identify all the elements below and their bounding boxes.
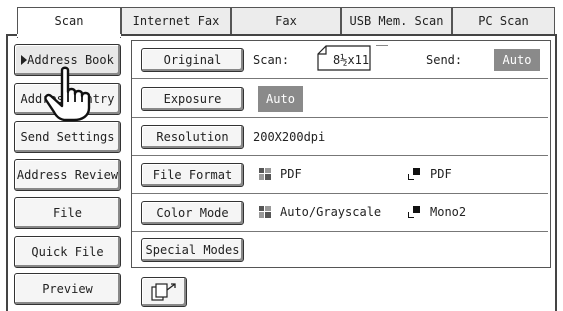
send-value-badge: Auto (494, 49, 540, 71)
tab-internet-fax[interactable]: Internet Fax (121, 7, 231, 35)
row-separator (132, 231, 548, 232)
send-document-button[interactable] (141, 277, 187, 307)
color-mode-button[interactable]: Color Mode (141, 201, 244, 225)
row-separator (132, 78, 548, 79)
preview-button[interactable]: Preview (14, 273, 121, 305)
grayscale-icon (259, 168, 271, 180)
send-settings-label: Send Settings (20, 130, 115, 144)
special-modes-button[interactable]: Special Modes (141, 238, 244, 262)
mono-icon (408, 206, 420, 218)
preview-label: Preview (42, 282, 93, 296)
original-button[interactable]: Original (141, 48, 244, 72)
hand-pointer-icon (44, 66, 91, 122)
file-button[interactable]: File (14, 197, 121, 229)
frame-right (555, 34, 557, 311)
address-book-label: Address Book (27, 53, 114, 67)
color-mode-value-1: Auto/Grayscale (280, 205, 382, 219)
send-settings-button[interactable]: Send Settings (14, 121, 121, 153)
divider-mark (376, 45, 388, 46)
address-review-label: Address Review (16, 168, 119, 182)
quick-file-button[interactable]: Quick File (14, 236, 121, 268)
tab-pc-scan[interactable]: PC Scan (452, 7, 555, 35)
grayscale-icon (259, 206, 271, 218)
row-separator (132, 117, 548, 118)
quick-file-label: Quick File (31, 245, 104, 259)
active-tab-gap (17, 34, 121, 37)
exposure-value-badge: Auto (258, 86, 303, 112)
scan-size-value: 8½x11 (333, 53, 370, 67)
tab-fax[interactable]: Fax (231, 7, 341, 35)
address-review-button[interactable]: Address Review (14, 159, 121, 191)
send-label: Send: (426, 53, 463, 67)
document-send-icon (151, 283, 176, 301)
exposure-button[interactable]: Exposure (141, 87, 244, 111)
resolution-value: 200X200dpi (253, 130, 326, 144)
frame-left (6, 34, 8, 311)
file-format-value-2: PDF (430, 167, 452, 181)
resolution-button[interactable]: Resolution (141, 125, 244, 149)
file-label: File (53, 206, 82, 220)
file-format-button[interactable]: File Format (141, 163, 244, 187)
settings-panel (131, 40, 551, 268)
scan-label: Scan: (253, 53, 290, 67)
color-mode-value-2: Mono2 (430, 205, 467, 219)
row-separator (132, 155, 548, 156)
mono-icon (408, 168, 420, 180)
tab-usb-mem-scan[interactable]: USB Mem. Scan (341, 7, 452, 35)
file-format-value-1: PDF (280, 167, 302, 181)
row-separator (132, 193, 548, 194)
